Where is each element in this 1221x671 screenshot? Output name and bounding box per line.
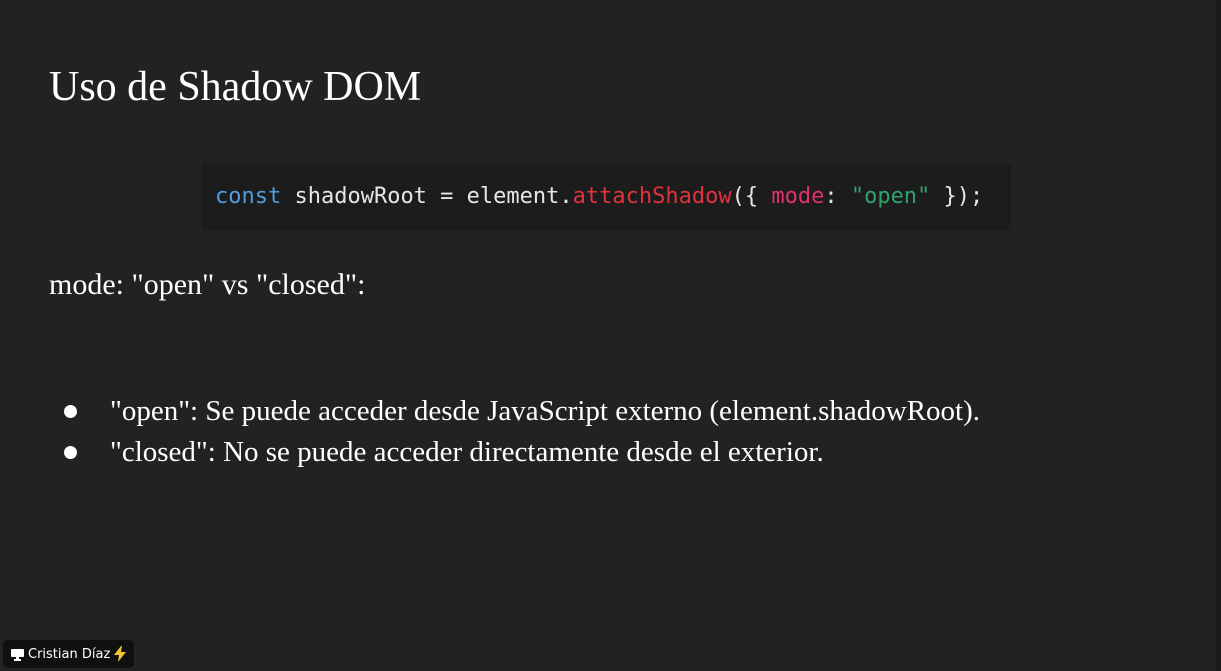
list-item: "closed": No se puede acceder directamen… <box>49 432 980 473</box>
bullet-list: "open": Se puede acceder desde JavaScrip… <box>49 391 980 473</box>
code-token: : <box>824 184 851 209</box>
presenter-name: Cristian Díaz <box>28 646 111 662</box>
lightning-icon <box>114 646 127 662</box>
code-token: ({ <box>731 184 772 209</box>
mode-subheading: mode: "open" vs "closed": <box>49 268 366 301</box>
code-token: "open" <box>850 184 931 209</box>
code-token: shadowRoot = element. <box>281 184 573 209</box>
code-snippet: const shadowRoot = element. attachShadow(… <box>202 163 1011 230</box>
code-token: const <box>215 184 282 209</box>
bullet-dot-icon <box>64 446 77 459</box>
bullet-dot-icon <box>64 405 77 418</box>
bullet-text: "closed": No se puede acceder directamen… <box>110 436 824 468</box>
monitor-icon <box>11 647 24 661</box>
list-item: "open": Se puede acceder desde JavaScrip… <box>49 391 980 432</box>
screen-share-view: Uso de Shadow DOM const shadowRoot = ele… <box>0 0 1221 671</box>
presentation-slide: Uso de Shadow DOM const shadowRoot = ele… <box>0 0 1216 671</box>
side-divider <box>1216 0 1221 671</box>
code-token: }); <box>930 184 984 209</box>
bullet-text: "open": Se puede acceder desde JavaScrip… <box>110 395 980 427</box>
code-token: attachShadow <box>572 184 732 209</box>
code-token: mode <box>771 184 825 209</box>
presenter-name-badge: Cristian Díaz <box>3 640 135 668</box>
slide-title: Uso de Shadow DOM <box>49 64 422 110</box>
